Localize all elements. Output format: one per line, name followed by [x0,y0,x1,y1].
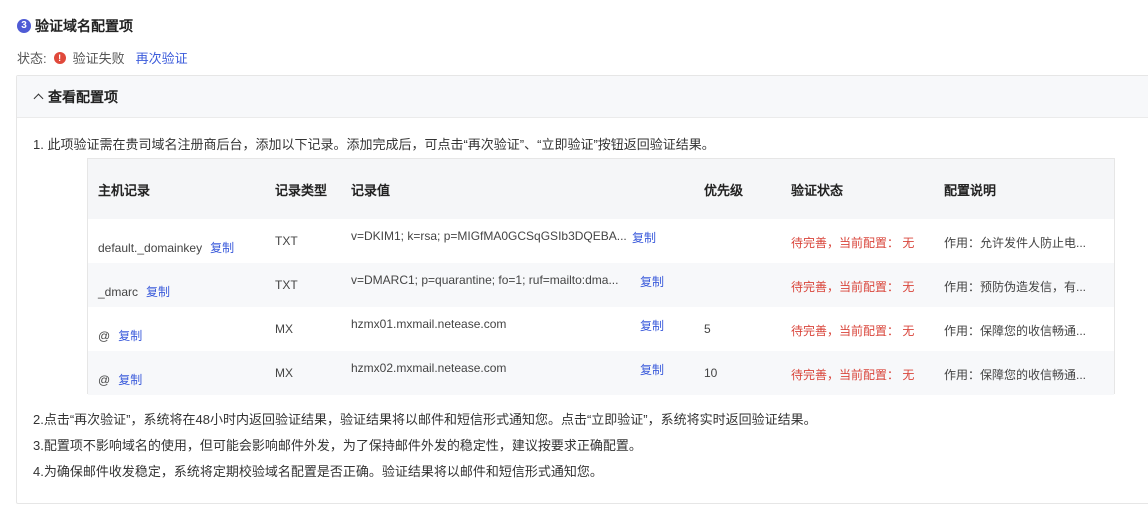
table-row: @ 复制 MX hzmx02.mxmail.netease.com 复制 10 待… [88,351,1114,395]
desc-cell: 作用：保障您的收信畅通... [944,324,1087,338]
header-value: 记录值 [351,182,391,198]
header-type: 记录类型 [275,182,328,198]
value-cell: v=DMARC1; p=quarantine; fo=1; ruf=mailto… [351,273,619,287]
value-cell: v=DKIM1; k=rsa; p=MIGfMA0GCSqGSIb3DQEBA.… [351,229,627,243]
note-2: 2.点击“再次验证”，系统将在48小时内返回验证结果，验证结果将以邮件和短信形式… [33,412,817,427]
copy-value-button[interactable]: 复制 [640,317,664,334]
step-number-badge: 3 [17,19,31,33]
copy-value-button[interactable]: 复制 [640,361,664,378]
host-cell: default._domainkey [98,241,203,255]
priority-cell: 10 [704,366,718,380]
verify-status-cell: 待完善，当前配置： 无 [791,324,915,338]
warning-icon: ! [53,51,66,64]
header-priority: 优先级 [704,182,744,198]
type-cell: MX [275,322,293,336]
priority-cell: 5 [704,322,711,336]
host-cell: @ [98,373,111,387]
status-row: 状态: ! 验证失败 再次验证 [17,48,188,67]
status-label: 状态: [17,51,47,66]
table-header: 主机记录 记录类型 记录值 优先级 验证状态 配置说明 [88,159,1114,219]
type-cell: MX [275,366,293,380]
records-table: 主机记录 记录类型 记录值 优先级 验证状态 配置说明 default._dom… [87,158,1115,395]
status-text: 验证失败 [72,51,125,66]
desc-cell: 作用：预防伪造发信，有... [944,280,1087,294]
copy-host-button[interactable]: 复制 [146,285,170,299]
panel-title: 查看配置项 [48,88,118,105]
header-status: 验证状态 [791,182,844,198]
panel-header-toggle[interactable]: 查看配置项 [17,76,1148,118]
note-4: 4.为确保邮件收发稳定，系统将定期校验域名配置是否正确。验证结果将以邮件和短信形… [33,464,603,479]
section-title: 验证域名配置项 [35,18,133,34]
header-host: 主机记录 [98,182,151,198]
step-title: 3 验证域名配置项 [17,16,133,36]
table-row: @ 复制 MX hzmx01.mxmail.netease.com 复制 5 待完… [88,307,1114,351]
copy-host-button[interactable]: 复制 [118,373,142,387]
type-cell: TXT [275,278,298,292]
verify-status-cell: 待完善，当前配置： 无 [791,280,915,294]
copy-value-button[interactable]: 复制 [632,229,656,246]
host-cell: _dmarc [98,285,139,299]
desc-cell: 作用：允许发件人防止电... [944,236,1087,250]
value-cell: hzmx02.mxmail.netease.com [351,361,507,375]
verify-status-cell: 待完善，当前配置： 无 [791,236,915,250]
type-cell: TXT [275,234,298,248]
verify-status-cell: 待完善，当前配置： 无 [791,368,915,382]
config-panel: 查看配置项 1. 此项验证需在贵司域名注册商后台，添加以下记录。添加完成后，可点… [16,75,1148,504]
table-row: _dmarc 复制 TXT v=DMARC1; p=quarantine; fo=… [88,263,1114,307]
table-row: default._domainkey 复制 TXT v=DKIM1; k=rsa;… [88,219,1114,263]
header-desc: 配置说明 [944,182,997,198]
reverify-link[interactable]: 再次验证 [136,48,188,67]
copy-value-button[interactable]: 复制 [640,273,664,290]
host-cell: @ [98,329,111,343]
copy-host-button[interactable]: 复制 [118,329,142,343]
note-3: 3.配置项不影响域名的使用，但可能会影响邮件外发，为了保持邮件外发的稳定性，建议… [33,438,642,453]
chevron-up-icon [33,93,44,104]
value-cell: hzmx01.mxmail.netease.com [351,317,507,331]
note-1: 1. 此项验证需在贵司域名注册商后台，添加以下记录。添加完成后，可点击“再次验证… [33,137,715,152]
desc-cell: 作用：保障您的收信畅通... [944,368,1087,382]
copy-host-button[interactable]: 复制 [210,241,234,255]
